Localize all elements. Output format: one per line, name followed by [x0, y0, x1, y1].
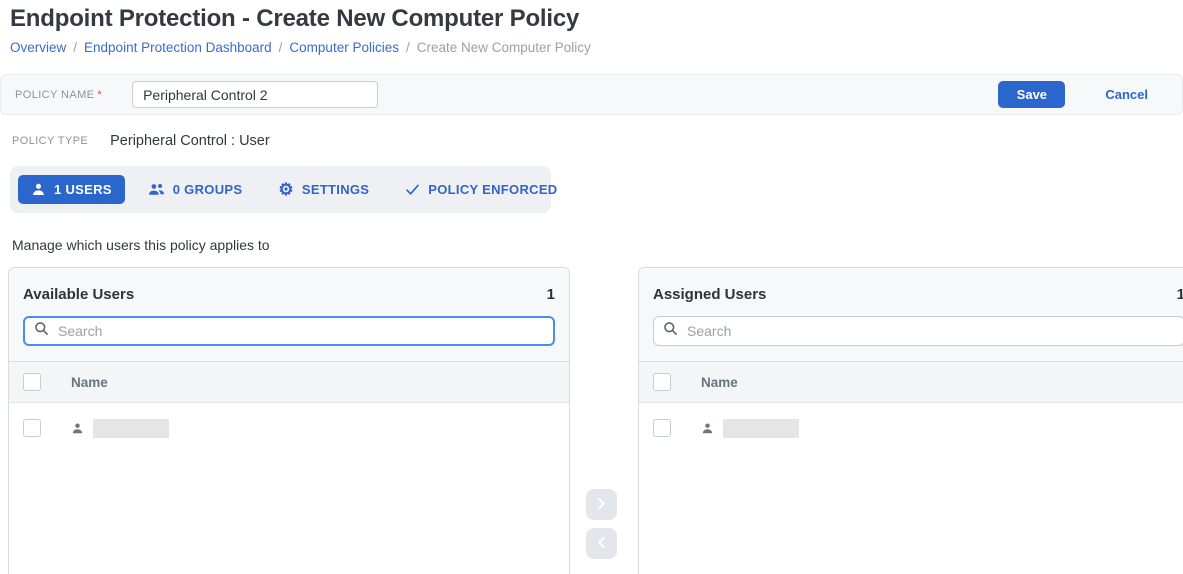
- redacted-user-name: [93, 419, 169, 438]
- assigned-users-count: 1: [1177, 286, 1183, 303]
- breadcrumb-endpoint-protection-dashboard[interactable]: Endpoint Protection Dashboard: [84, 40, 272, 55]
- name-column-header: Name: [701, 375, 738, 390]
- user-icon: [31, 182, 46, 197]
- tab-groups-label: 0 GROUPS: [173, 182, 243, 197]
- select-all-checkbox[interactable]: [23, 373, 41, 391]
- user-icon: [701, 422, 714, 435]
- select-all-checkbox[interactable]: [653, 373, 671, 391]
- policy-type-value: Peripheral Control : User: [110, 133, 270, 149]
- assigned-users-table-header: Name: [639, 361, 1183, 403]
- assigned-users-header: Assigned Users 1: [639, 268, 1183, 361]
- available-users-panel: Available Users 1 Name: [8, 267, 570, 574]
- breadcrumb-separator: /: [73, 40, 77, 55]
- tab-settings[interactable]: ⚙ SETTINGS: [265, 174, 382, 205]
- policy-type-label: POLICY TYPE: [12, 135, 88, 147]
- search-icon: [34, 321, 49, 341]
- available-users-count: 1: [547, 286, 555, 303]
- redacted-user-name: [723, 419, 799, 438]
- tab-policy-enforced-label: POLICY ENFORCED: [428, 182, 557, 197]
- tab-settings-label: SETTINGS: [302, 182, 369, 197]
- breadcrumb-computer-policies[interactable]: Computer Policies: [289, 40, 399, 55]
- assigned-users-search-input[interactable]: [687, 323, 1175, 339]
- available-users-header: Available Users 1: [9, 268, 569, 361]
- row-checkbox[interactable]: [653, 419, 671, 437]
- page-title: Endpoint Protection - Create New Compute…: [10, 5, 1183, 33]
- assigned-users-title: Assigned Users: [653, 286, 766, 303]
- tab-groups[interactable]: 0 GROUPS: [135, 175, 256, 204]
- chevron-right-icon: [596, 497, 607, 512]
- save-button[interactable]: Save: [998, 81, 1065, 108]
- user-assignment-panels: Available Users 1 Name: [0, 267, 1183, 574]
- tab-policy-enforced[interactable]: POLICY ENFORCED: [392, 175, 570, 204]
- available-users-search-input[interactable]: [58, 323, 544, 339]
- breadcrumb-current-page: Create New Computer Policy: [417, 40, 591, 55]
- cancel-button[interactable]: Cancel: [1105, 87, 1148, 102]
- required-marker: *: [97, 89, 102, 101]
- table-row[interactable]: [9, 403, 569, 453]
- user-icon: [71, 422, 84, 435]
- policy-name-bar: POLICY NAME* Save Cancel: [0, 74, 1183, 115]
- gear-icon: ⚙: [278, 181, 294, 198]
- available-users-table-header: Name: [9, 361, 569, 403]
- tab-bar: 1 USERS 0 GROUPS ⚙ SETTINGS POLICY ENFOR…: [10, 166, 551, 213]
- unassign-users-button[interactable]: [586, 528, 617, 559]
- assign-users-button[interactable]: [586, 489, 617, 520]
- section-description: Manage which users this policy applies t…: [12, 237, 1183, 253]
- row-checkbox[interactable]: [23, 419, 41, 437]
- tab-users-label: 1 USERS: [54, 182, 112, 197]
- policy-name-input[interactable]: [132, 81, 378, 108]
- assigned-users-panel: Assigned Users 1 Name: [638, 267, 1183, 574]
- breadcrumb: Overview / Endpoint Protection Dashboard…: [10, 40, 1183, 55]
- name-column-header: Name: [71, 375, 108, 390]
- tab-users[interactable]: 1 USERS: [18, 175, 125, 204]
- breadcrumb-separator: /: [279, 40, 283, 55]
- page-header: Endpoint Protection - Create New Compute…: [0, 0, 1183, 55]
- available-users-search[interactable]: [23, 316, 555, 346]
- breadcrumb-overview[interactable]: Overview: [10, 40, 66, 55]
- check-icon: [405, 183, 420, 196]
- search-icon: [663, 321, 678, 341]
- breadcrumb-separator: /: [406, 40, 410, 55]
- policy-name-label: POLICY NAME*: [15, 89, 102, 101]
- policy-type-row: POLICY TYPE Peripheral Control : User: [0, 115, 1183, 149]
- assigned-users-search[interactable]: [653, 316, 1183, 346]
- table-row[interactable]: [639, 403, 1183, 453]
- chevron-left-icon: [596, 536, 607, 551]
- available-users-title: Available Users: [23, 286, 134, 303]
- users-icon: [148, 182, 165, 197]
